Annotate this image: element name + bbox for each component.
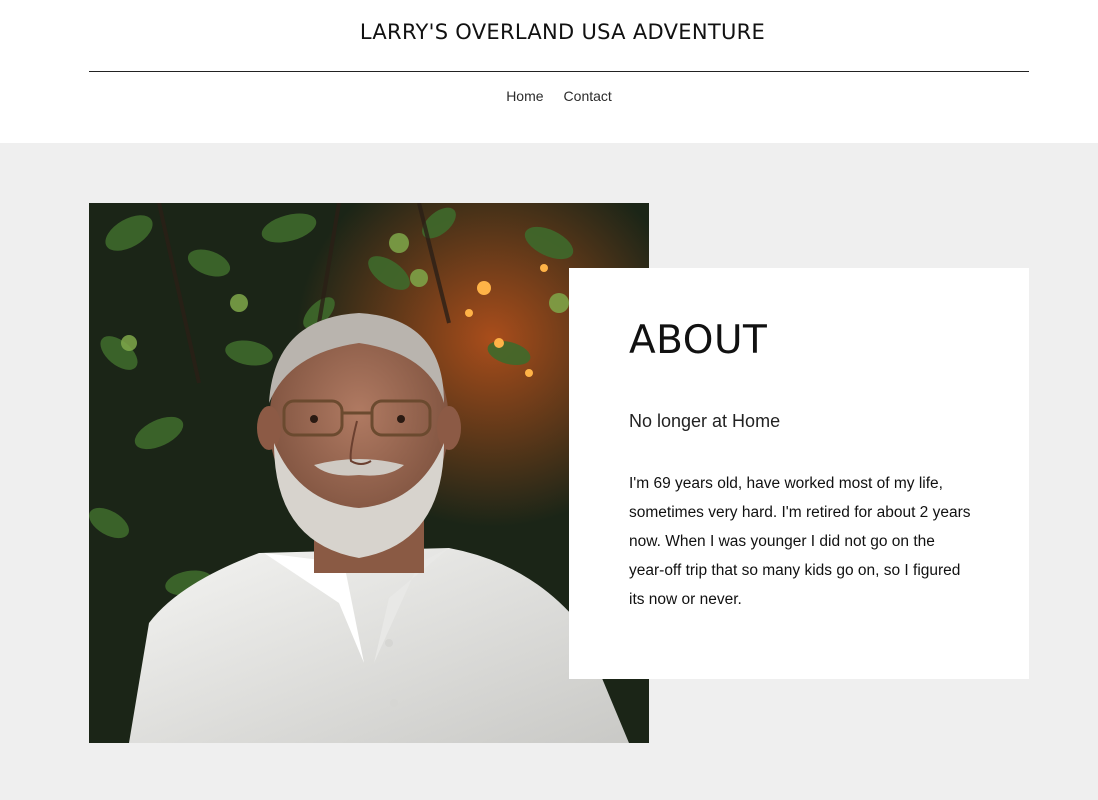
about-card: ABOUT No longer at Home I'm 69 years old… (569, 268, 1029, 679)
portrait-photo (89, 203, 649, 743)
header-divider (89, 71, 1029, 72)
main-nav: Home Contact (0, 88, 1098, 104)
site-title[interactable]: LARRY'S OVERLAND USA ADVENTURE (89, 20, 1036, 44)
nav-item-contact[interactable]: Contact (564, 88, 612, 104)
about-section: ABOUT No longer at Home I'm 69 years old… (0, 143, 1098, 800)
site-header: LARRY'S OVERLAND USA ADVENTURE Home Cont… (0, 0, 1098, 143)
about-body-text: I'm 69 years old, have worked most of my… (629, 475, 971, 608)
about-subtitle: No longer at Home (629, 411, 781, 431)
about-heading: ABOUT (629, 318, 768, 363)
nav-item-home[interactable]: Home (506, 88, 543, 104)
